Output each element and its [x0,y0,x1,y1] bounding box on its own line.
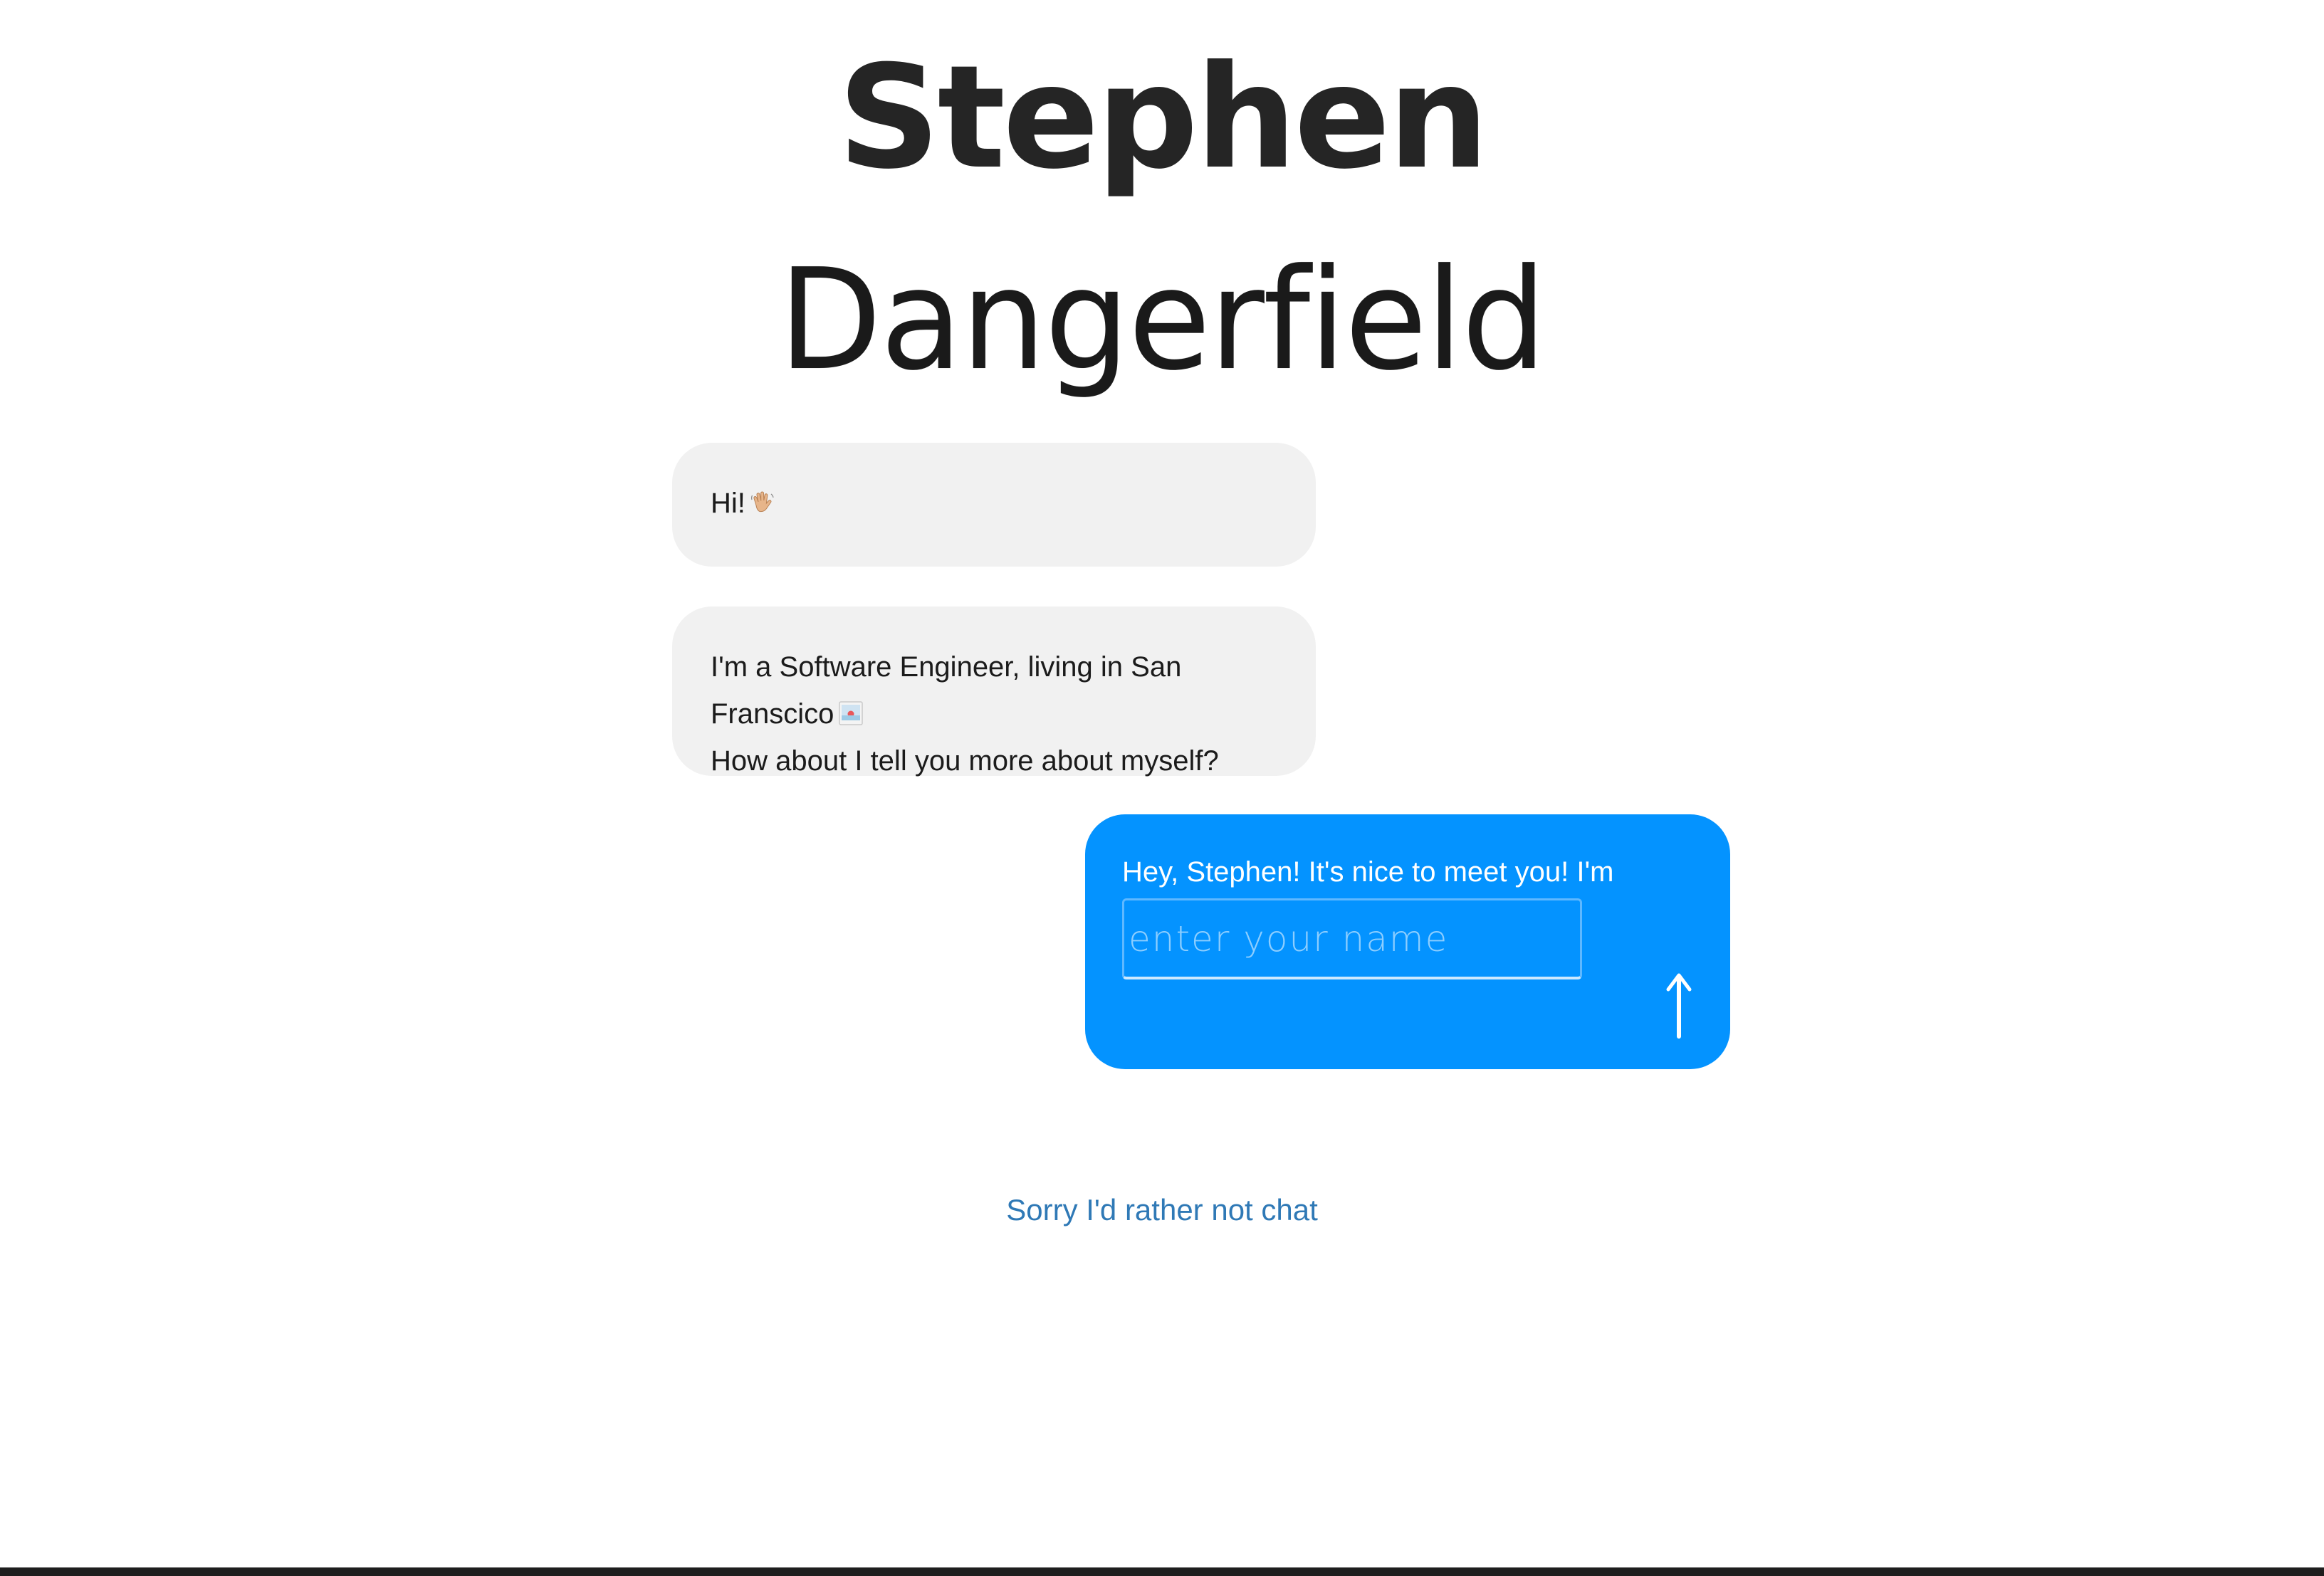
arrow-up-icon[interactable] [1658,970,1700,1041]
title-last-name-text: Dangerfield [778,239,1547,401]
message-bubble-greeting: Hi! [672,443,1316,567]
name-input[interactable] [1122,898,1582,979]
decline-chat-link-row: Sorry I'd rather not chat [0,1189,2324,1231]
message-bubble-intro: I'm a Software Engineer, living in San F… [672,606,1316,777]
message-line: How about I tell you more about myself? [711,745,1219,777]
message-text: I'm a Software Engineer, living in San F… [711,651,1182,730]
message-text: Hi! [711,488,745,519]
reply-text: Hey, Stephen! It's nice to meet you! I'm [1122,856,1614,888]
page: Stephen Dangerfield Hi! I'm a Software E… [0,0,2324,1576]
sunset-photo-icon [839,701,864,725]
title-first-name: Stephen [837,35,1490,201]
message-line: I'm a Software Engineer, living in San F… [711,643,1277,737]
reply-bubble: Hey, Stephen! It's nice to meet you! I'm [1085,814,1730,1069]
waving-hand-icon [750,491,774,513]
title-last-name: Dangerfield [0,235,2324,406]
window-bottom-edge [0,1567,2324,1576]
decline-chat-link[interactable]: Sorry I'd rather not chat [1006,1193,1318,1226]
